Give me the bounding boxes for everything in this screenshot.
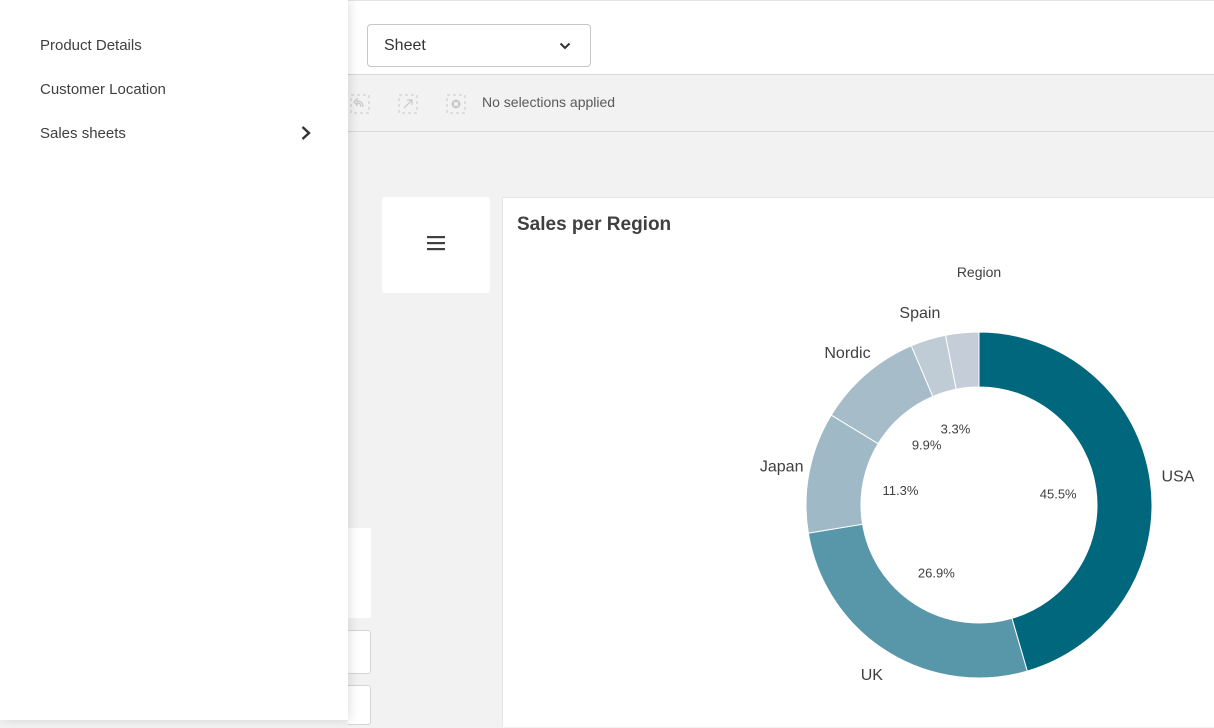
hamburger-menu-icon[interactable] <box>426 235 446 256</box>
clear-selections-icon[interactable] <box>445 93 467 115</box>
sheet-object-placeholder <box>348 528 371 618</box>
chevron-down-icon <box>558 39 572 53</box>
slice-value-label: 9.9% <box>912 437 942 452</box>
sheet-navigation-panel: Product Details Customer Location Sales … <box>0 0 348 720</box>
selections-status-text: No selections applied <box>482 94 616 110</box>
nav-item-label: Customer Location <box>40 80 166 98</box>
nav-item-label: Sales sheets <box>40 124 126 142</box>
slice-category-label: Japan <box>760 459 804 476</box>
donut-slice-uk[interactable] <box>807 523 1028 679</box>
sheet-object-placeholder <box>348 630 371 674</box>
slice-category-label: Spain <box>899 305 940 322</box>
slice-value-label: 11.3% <box>883 483 919 498</box>
nav-item-customer-location[interactable]: Customer Location <box>0 69 348 109</box>
donut-chart: Region USA 45.5% UK 26.9% Japan 11.3% Nordic 9.9… <box>760 264 1195 684</box>
slice-category-label: Nordic <box>824 345 870 362</box>
sheet-dropdown[interactable]: Sheet <box>367 24 591 67</box>
sheet-dropdown-value: Sheet <box>384 36 426 54</box>
step-forward-icon[interactable] <box>397 93 419 115</box>
slice-value-label: 45.5% <box>1040 487 1077 502</box>
slice-value-label: 3.3% <box>941 422 971 437</box>
legend-title: Region <box>957 264 1001 280</box>
nav-item-product-details[interactable]: Product Details <box>0 25 348 65</box>
slice-category-label: UK <box>861 667 884 684</box>
sheet-object-placeholder <box>348 685 371 725</box>
chart-card[interactable]: Sales per Region Region USA 45.5% UK 26.9% Ja… <box>502 197 1214 727</box>
nav-item-sales-sheets[interactable]: Sales sheets <box>0 113 348 153</box>
slice-category-label: USA <box>1162 469 1195 486</box>
chevron-right-icon <box>300 125 312 141</box>
nav-item-label: Product Details <box>40 36 142 54</box>
filter-pane-card[interactable] <box>382 197 490 293</box>
slice-value-label: 26.9% <box>918 566 955 581</box>
step-back-icon[interactable] <box>349 93 371 115</box>
